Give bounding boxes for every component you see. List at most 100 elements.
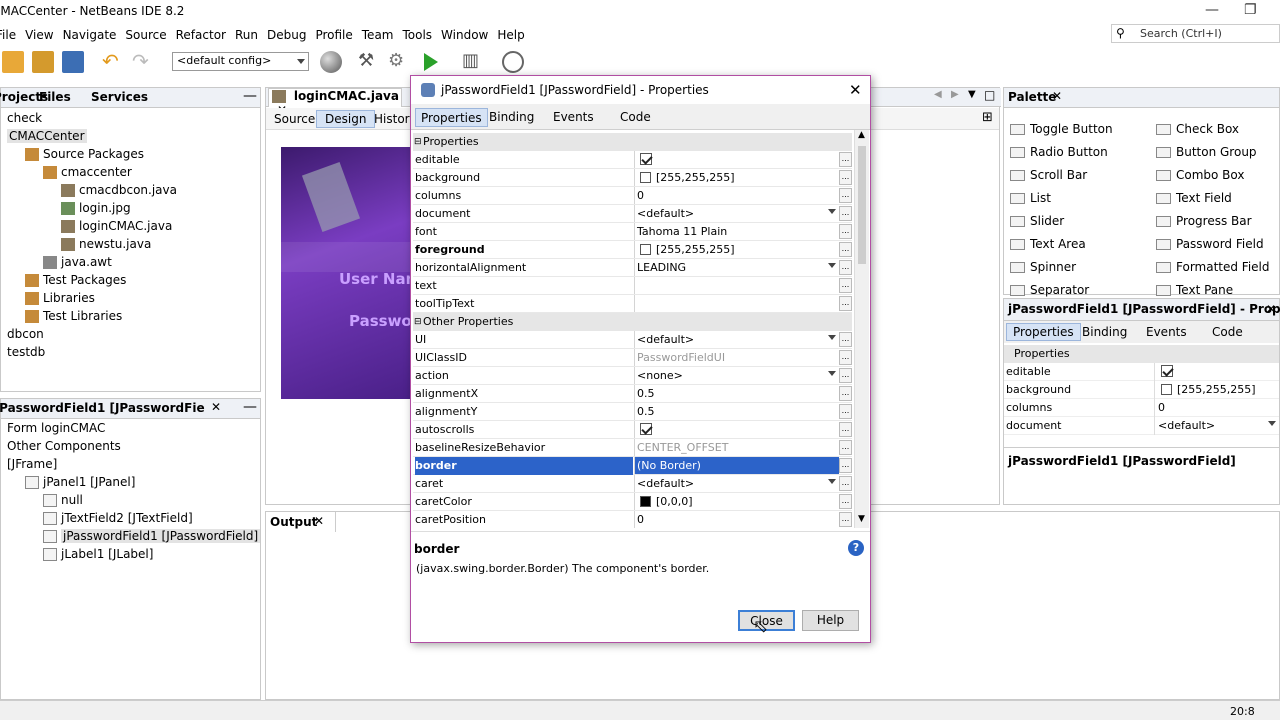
close-icon[interactable]: ✕ — [1266, 302, 1276, 316]
property-value[interactable]: [255,255,255] — [634, 169, 839, 186]
property-category[interactable]: ⊟ Properties — [413, 133, 852, 151]
navigator-node[interactable]: [JFrame] — [1, 455, 260, 473]
property-value[interactable]: [0,0,0] — [634, 493, 839, 510]
collapse-icon[interactable]: ⊟ — [414, 133, 422, 151]
navigator-node[interactable]: Form loginCMAC — [1, 419, 260, 437]
ellipsis-button[interactable]: ... — [839, 476, 852, 491]
tree-node[interactable]: cmacdbcon.java — [1, 181, 260, 199]
menu-profile[interactable]: Profile — [315, 28, 352, 42]
tab-design[interactable]: Design — [316, 110, 376, 128]
property-value[interactable]: 0 — [634, 511, 839, 528]
scroll-right-icon[interactable]: ▶ — [951, 89, 959, 100]
tab-events[interactable]: Events — [1146, 325, 1187, 339]
undo-icon[interactable]: ↶ — [102, 51, 124, 73]
property-row[interactable]: editable — [1004, 363, 1279, 381]
property-value[interactable]: (No Border) — [634, 457, 839, 474]
tree-node[interactable]: login.jpg — [1, 199, 260, 217]
property-row-background[interactable]: background [255,255,255]... — [413, 169, 852, 187]
ellipsis-button[interactable]: ... — [839, 440, 852, 455]
property-row[interactable]: columns 0 — [1004, 399, 1279, 417]
hammer-icon[interactable]: ⚒ — [358, 51, 380, 73]
menu-source[interactable]: Source — [125, 28, 166, 42]
property-row-caret[interactable]: caret <default>... — [413, 475, 852, 493]
property-value[interactable] — [634, 421, 839, 438]
new-file-icon[interactable] — [2, 51, 24, 73]
property-row-toolTipText[interactable]: toolTipText... — [413, 295, 852, 313]
ellipsis-button[interactable]: ... — [839, 494, 852, 509]
tab-code[interactable]: Code — [615, 108, 656, 127]
tree-node[interactable]: check — [1, 109, 260, 127]
config-select[interactable]: <default config> — [172, 52, 309, 71]
output-tab[interactable]: Output ✕ — [266, 512, 336, 532]
property-value[interactable] — [634, 277, 839, 294]
ellipsis-button[interactable]: ... — [839, 170, 852, 185]
tree-node[interactable]: Test Packages — [1, 271, 260, 289]
property-value[interactable]: [255,255,255] — [1154, 381, 1279, 399]
tab-properties[interactable]: Properties — [415, 108, 488, 127]
globe-icon[interactable] — [320, 51, 342, 73]
close-icon[interactable]: ✕ — [849, 76, 862, 104]
palette-item[interactable]: Text Pane — [1156, 283, 1233, 297]
form-preview[interactable]: User Name Password — [281, 147, 411, 399]
property-row-columns[interactable]: columns 0... — [413, 187, 852, 205]
property-value[interactable]: PasswordFieldUI — [634, 349, 839, 366]
palette-item[interactable]: Text Field — [1156, 191, 1232, 205]
scroll-thumb[interactable] — [858, 146, 866, 264]
property-row[interactable]: background [255,255,255] — [1004, 381, 1279, 399]
ellipsis-button[interactable]: ... — [839, 242, 852, 257]
property-row-text[interactable]: text... — [413, 277, 852, 295]
ellipsis-button[interactable]: ... — [839, 350, 852, 365]
close-icon[interactable]: ✕ — [211, 400, 221, 414]
tab-services[interactable]: Services — [91, 90, 148, 104]
ellipsis-button[interactable]: ... — [839, 404, 852, 419]
checkbox-icon[interactable] — [640, 153, 652, 165]
open-project-icon[interactable] — [32, 51, 54, 73]
ellipsis-button[interactable]: ... — [839, 206, 852, 221]
property-row-caretColor[interactable]: caretColor [0,0,0]... — [413, 493, 852, 511]
ellipsis-button[interactable]: ... — [839, 224, 852, 239]
palette-item[interactable]: Separator — [1010, 283, 1089, 297]
palette-item[interactable]: Radio Button — [1010, 145, 1108, 159]
tree-node[interactable]: Libraries — [1, 289, 260, 307]
help-icon[interactable]: ? — [848, 540, 864, 556]
property-row-editable[interactable]: editable... — [413, 151, 852, 169]
help-button[interactable]: Help — [802, 610, 859, 631]
palette-item[interactable]: Combo Box — [1156, 168, 1245, 182]
tab-binding[interactable]: Binding — [1082, 325, 1127, 339]
clean-build-icon[interactable]: ⚙ — [388, 51, 410, 73]
palette-item[interactable]: Progress Bar — [1156, 214, 1252, 228]
property-value[interactable]: [255,255,255] — [634, 241, 839, 258]
ellipsis-button[interactable]: ... — [839, 260, 852, 275]
palette-item[interactable]: Slider — [1010, 214, 1064, 228]
debug-icon[interactable]: ▥ — [462, 51, 484, 73]
collapse-icon[interactable]: ⊟ — [414, 313, 422, 331]
property-value[interactable]: 0 — [1154, 399, 1279, 417]
navigator-node[interactable]: jPanel1 [JPanel] — [1, 473, 260, 491]
checkbox-icon[interactable] — [640, 423, 652, 435]
navigator-node[interactable]: jLabel1 [JLabel] — [1, 545, 260, 563]
ellipsis-button[interactable]: ... — [839, 332, 852, 347]
ellipsis-button[interactable]: ... — [839, 188, 852, 203]
property-value[interactable]: <default> — [634, 331, 839, 348]
minimize-panel-icon[interactable]: — — [243, 399, 257, 415]
tree-node[interactable]: loginCMAC.java — [1, 217, 260, 235]
property-row-UI[interactable]: UI <default>... — [413, 331, 852, 349]
property-row-UIClassID[interactable]: UIClassID PasswordFieldUI... — [413, 349, 852, 367]
palette-item[interactable]: Button Group — [1156, 145, 1257, 159]
search-input[interactable]: ⚲ Search (Ctrl+I) — [1111, 24, 1280, 43]
menu-help[interactable]: Help — [497, 28, 524, 42]
redo-icon[interactable]: ↷ — [132, 51, 154, 73]
ellipsis-button[interactable]: ... — [839, 368, 852, 383]
palette-item[interactable]: List — [1010, 191, 1051, 205]
tree-node[interactable]: CMACCenter — [1, 127, 260, 145]
property-row-action[interactable]: action <none>... — [413, 367, 852, 385]
palette-item[interactable]: Check Box — [1156, 122, 1239, 136]
property-row-horizontalAlignment[interactable]: horizontalAlignment LEADING... — [413, 259, 852, 277]
ellipsis-button[interactable]: ... — [839, 296, 852, 311]
navigator-node[interactable]: null — [1, 491, 260, 509]
menu-window[interactable]: Window — [441, 28, 488, 42]
property-row-document[interactable]: document <default>... — [413, 205, 852, 223]
minimize-icon[interactable]: — — [1205, 2, 1219, 18]
minimize-panel-icon[interactable]: — — [243, 88, 257, 104]
property-category[interactable]: ⊟ Other Properties — [413, 313, 852, 331]
